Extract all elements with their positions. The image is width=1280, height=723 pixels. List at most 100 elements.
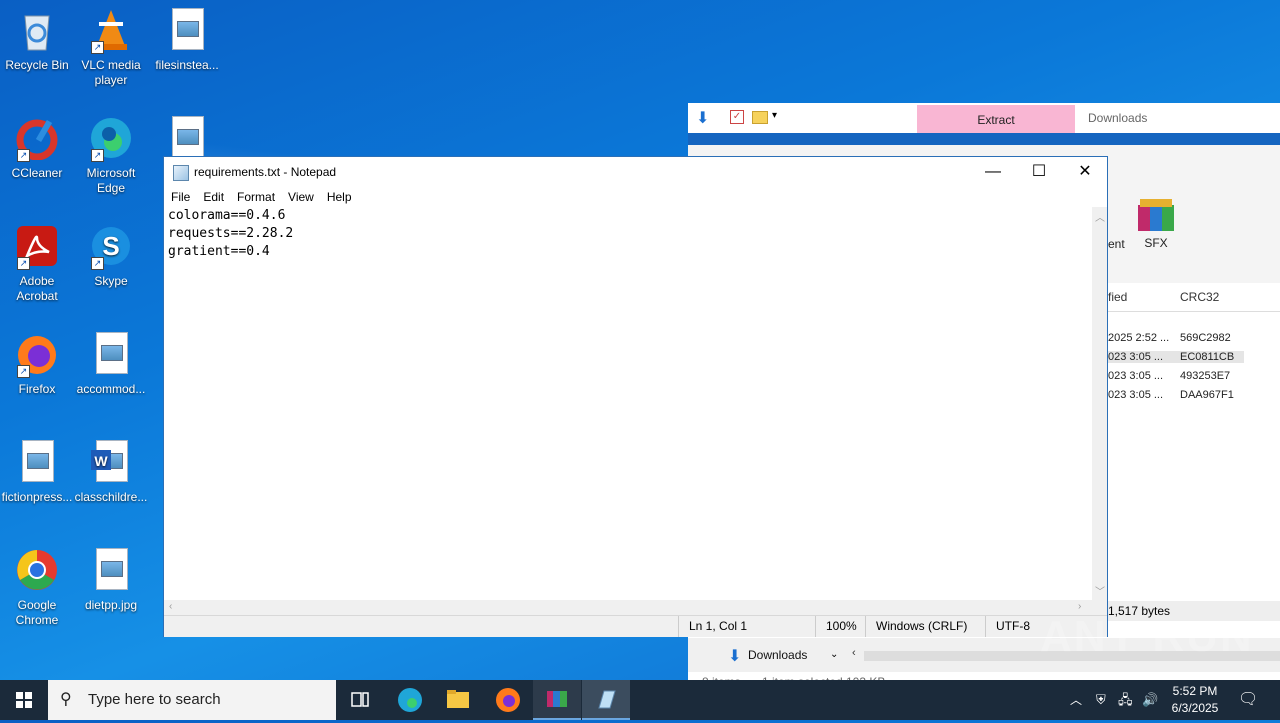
taskbar-edge[interactable] — [386, 680, 434, 720]
window-title: requirements.txt - Notepad — [194, 165, 337, 179]
recycle-bin-icon — [15, 8, 59, 52]
taskbar-search[interactable]: ⚲ Type here to search — [48, 680, 336, 720]
archive-row-selected[interactable]: 023 3:05 ... EC0811CB — [1108, 351, 1244, 363]
security-icon[interactable]: ⛨ — [1096, 680, 1106, 720]
desktop-icon-fictionpress[interactable]: fictionpress... — [0, 440, 74, 505]
shortcut-arrow-icon: ↗ — [91, 257, 104, 270]
notepad-window[interactable]: requirements.txt - Notepad — ☐ ✕ File Edi… — [163, 156, 1108, 637]
desktop-icon-ccleaner[interactable]: ↗ CCleaner — [0, 116, 74, 181]
row-modified: 023 3:05 ... — [1108, 370, 1164, 382]
minimize-button[interactable]: — — [970, 157, 1016, 187]
firefox-icon — [496, 688, 520, 712]
taskbar-firefox[interactable] — [484, 680, 532, 720]
desktop-icon-edge[interactable]: ↗ Microsoft Edge — [74, 116, 148, 196]
status-encoding: UTF-8 — [985, 616, 1030, 637]
taskbar: ⚲ Type here to search ︿ ⛨ 🖧 🔊 5:52 PM 6/… — [0, 680, 1280, 720]
tab-extract[interactable]: Extract — [917, 105, 1075, 135]
desktop-icon-firefox[interactable]: ↗ Firefox — [0, 332, 74, 397]
desktop-icon-label: Skype — [94, 274, 128, 288]
scroll-up-icon[interactable]: ︿ — [1095, 209, 1105, 224]
shortcut-arrow-icon: ↗ — [91, 41, 104, 54]
menu-help[interactable]: Help — [320, 187, 358, 207]
taskbar-file-explorer[interactable] — [434, 680, 482, 720]
watermark-logo: ANY RUN — [1040, 612, 1254, 661]
status-line-ending: Windows (CRLF) — [865, 616, 967, 637]
horizontal-scrollbar[interactable]: ‹ › — [164, 600, 1092, 615]
start-button[interactable] — [0, 680, 48, 720]
scroll-left-icon[interactable]: ‹ — [852, 647, 856, 659]
menu-bar: File Edit Format View Help — [164, 187, 1107, 207]
menu-edit[interactable]: Edit — [196, 187, 230, 207]
archive-row[interactable]: 023 3:05 ... DAA967F1 — [1108, 389, 1280, 401]
checkbox-icon[interactable]: ✓ — [730, 110, 744, 124]
sfx-label: SFX — [1144, 236, 1168, 250]
vertical-scrollbar[interactable]: ︿ ﹀ — [1092, 207, 1107, 600]
desktop-icon-label: CCleaner — [11, 166, 63, 180]
menu-file[interactable]: File — [164, 187, 196, 207]
maximize-button[interactable]: ☐ — [1016, 157, 1062, 187]
menu-format[interactable]: Format — [230, 187, 281, 207]
notepad-icon — [598, 690, 616, 709]
text-editor[interactable]: colorama==0.4.6 requests==2.28.2 gratien… — [164, 207, 1092, 600]
shortcut-arrow-icon: ↗ — [91, 149, 104, 162]
archive-row[interactable]: 023 3:05 ... 493253E7 — [1108, 370, 1280, 382]
scroll-left-icon[interactable]: ‹ — [169, 601, 172, 612]
text-line: gratient==0.4 — [168, 244, 270, 259]
clock[interactable]: 5:52 PM 6/3/2025 — [1162, 683, 1228, 717]
task-view-button[interactable] — [336, 680, 384, 720]
dropdown-icon[interactable]: ▾ — [772, 110, 777, 121]
archive-column-header: fied CRC32 — [1108, 283, 1280, 312]
desktop-icon-label: Google Chrome — [15, 598, 59, 627]
row-crc: EC0811CB — [1180, 351, 1235, 363]
desktop-icon-label: Firefox — [18, 382, 56, 396]
title-bar[interactable]: requirements.txt - Notepad — ☐ ✕ — [164, 157, 1107, 187]
acrobat-icon: ↗ — [15, 224, 59, 270]
volume-icon[interactable]: 🔊 — [1142, 680, 1158, 720]
menu-view[interactable]: View — [281, 187, 320, 207]
folder-icon[interactable] — [752, 111, 768, 124]
desktop-icon-dietpp[interactable]: dietpp.jpg — [74, 548, 148, 613]
row-crc: 569C2982 — [1180, 332, 1231, 344]
image-file-icon — [89, 548, 133, 592]
download-arrow-icon[interactable]: ⬇ — [696, 108, 709, 128]
desktop-icon-chrome[interactable]: Google Chrome — [0, 548, 74, 628]
edge-icon — [398, 688, 422, 712]
image-file-icon — [165, 8, 209, 52]
desktop-icon-vlc[interactable]: ↗ VLC media player — [74, 8, 148, 88]
desktop-icon-classchildre[interactable]: W classchildre... — [74, 440, 148, 505]
desktop-icon-filesinstea[interactable]: filesinstea... — [150, 8, 224, 73]
archive-row[interactable]: 2025 2:52 ... 569C2982 — [1108, 332, 1280, 344]
ribbon-label-partial[interactable]: ent — [1108, 237, 1125, 251]
status-zoom: 100% — [815, 616, 857, 637]
desktop-icon-accommod[interactable]: accommod... — [74, 332, 148, 397]
column-modified[interactable]: fied — [1108, 290, 1127, 304]
desktop-icon-label: VLC media player — [81, 58, 141, 87]
notification-icon[interactable]: 🗨 — [1238, 680, 1258, 720]
row-modified: 2025 2:52 ... — [1108, 332, 1170, 344]
network-icon[interactable]: 🖧 — [1118, 680, 1133, 720]
desktop-icon-recycle-bin[interactable]: Recycle Bin — [0, 8, 74, 73]
desktop-icon-acrobat[interactable]: ↗ Adobe Acrobat — [0, 224, 74, 304]
scroll-right-icon[interactable]: › — [1078, 601, 1081, 612]
shortcut-arrow-icon: ↗ — [17, 257, 30, 270]
search-placeholder: Type here to search — [88, 691, 221, 708]
chevron-down-icon[interactable]: ⌄ — [830, 649, 838, 660]
tab-downloads[interactable]: Downloads — [1088, 103, 1147, 133]
row-crc: 493253E7 — [1180, 370, 1231, 382]
word-doc-icon: W — [89, 440, 133, 484]
clock-date: 6/3/2025 — [1171, 701, 1219, 715]
notepad-icon — [173, 165, 189, 181]
clock-time: 5:52 PM — [1172, 684, 1218, 698]
close-button[interactable]: ✕ — [1062, 157, 1108, 187]
status-position: Ln 1, Col 1 — [678, 616, 747, 637]
sfx-button[interactable]: SFX — [1134, 197, 1178, 250]
taskbar-notepad[interactable] — [582, 680, 630, 720]
column-crc32[interactable]: CRC32 — [1180, 290, 1219, 304]
taskbar-winrar[interactable] — [533, 680, 581, 720]
chrome-icon — [15, 548, 59, 592]
desktop-icon-skype[interactable]: S ↗ Skype — [74, 224, 148, 289]
nav-location[interactable]: Downloads — [748, 648, 807, 662]
chevron-up-icon[interactable]: ︿ — [1070, 680, 1082, 720]
scroll-down-icon[interactable]: ﹀ — [1095, 583, 1105, 598]
winrar-icon — [547, 691, 567, 707]
